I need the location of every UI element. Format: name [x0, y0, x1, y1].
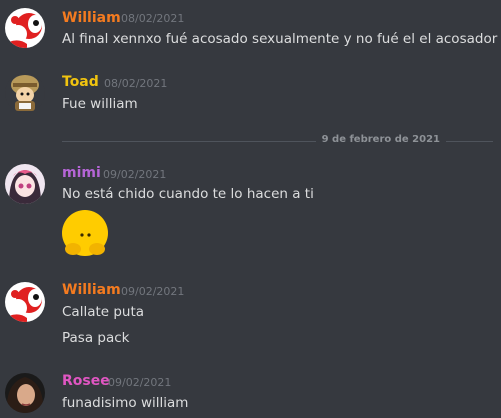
timestamp: 09/02/2021 [103, 168, 167, 181]
toad-avatar[interactable] [5, 73, 45, 113]
timestamp: 09/02/2021 [108, 376, 172, 389]
username[interactable]: Rosee [62, 373, 110, 389]
username[interactable]: mimi [62, 165, 101, 181]
date-divider-label: 9 de febrero de 2021 [315, 134, 446, 145]
rosee-avatar[interactable] [5, 373, 45, 413]
timestamp: 08/02/2021 [104, 77, 168, 90]
message-text: Al final xennxo fué acosado sexualmente … [62, 31, 498, 47]
flushed-pleading-emoji-icon[interactable] [60, 209, 110, 259]
message-text: No está chido cuando te lo hacen a ti [62, 186, 314, 202]
message-text: Fue william [62, 96, 138, 112]
mimi-avatar[interactable] [5, 164, 45, 204]
username[interactable]: William [62, 282, 121, 298]
yoshi-avatar[interactable] [5, 282, 45, 322]
timestamp: 08/02/2021 [121, 12, 185, 25]
yoshi-avatar[interactable] [5, 8, 45, 48]
username[interactable]: William [62, 10, 121, 26]
message-text: funadisimo william [62, 395, 189, 411]
username[interactable]: Toad [62, 74, 99, 90]
message-text: Pasa pack [62, 330, 130, 346]
timestamp: 09/02/2021 [121, 285, 185, 298]
message-text: Callate puta [62, 304, 145, 320]
